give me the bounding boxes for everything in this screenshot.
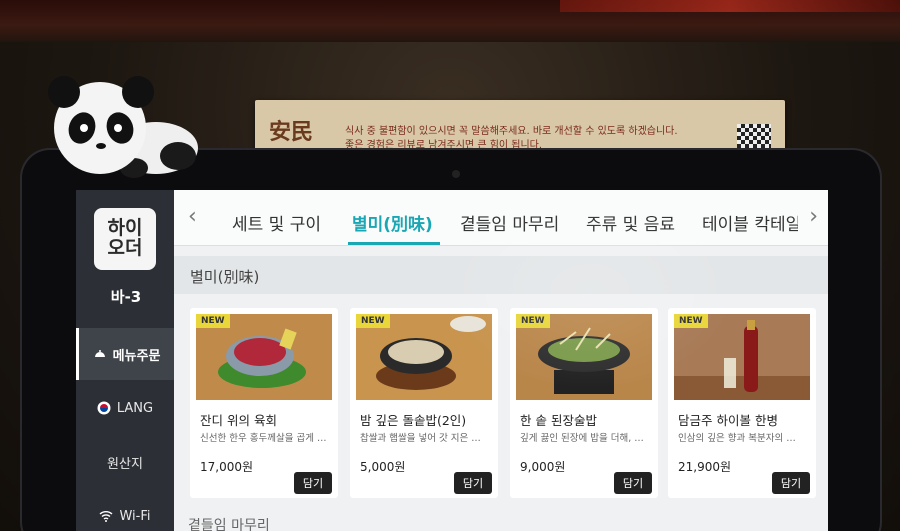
- menu-item-name: 담금주 하이볼 한병: [678, 413, 778, 428]
- menu-main-panel: ‹ 세트 및 구이 별미(別味) 곁들임 마무리 주류 및 음료 테이블 칵테일…: [174, 190, 828, 531]
- menu-item-desc: 찹쌀과 햅쌀을 넣어 갓 지은 …: [360, 433, 481, 444]
- panda-figurine-icon: [48, 76, 198, 178]
- sidebar-item-label: Wi-Fi: [119, 508, 151, 524]
- notice-line-1: 식사 중 불편함이 있으시면 꼭 말씀해주세요. 바로 개선할 수 있도록 하겠…: [345, 126, 678, 137]
- camera-icon: [452, 170, 460, 178]
- sidebar-item-label: 원산지: [107, 456, 143, 472]
- next-section-title: 곁들임 마무리: [188, 518, 270, 531]
- chevron-left-icon[interactable]: ‹: [188, 204, 197, 229]
- menu-item-desc: 인삼의 깊은 향과 복분자의 …: [678, 433, 796, 444]
- chevron-right-icon[interactable]: ›: [809, 204, 818, 229]
- cloche-icon: [93, 350, 106, 358]
- new-badge: NEW: [356, 314, 390, 328]
- sidebar-item-menu-order[interactable]: 메뉴주문: [76, 328, 174, 380]
- menu-item-price: 21,900원: [678, 460, 732, 474]
- section-title: 별미(別味): [174, 256, 828, 294]
- menu-item-desc: 깊게 끓인 된장에 밥을 더해, …: [520, 433, 644, 444]
- menu-item-name: 잔디 위의 육회: [200, 413, 277, 428]
- new-badge: NEW: [674, 314, 708, 328]
- wifi-icon: [100, 511, 113, 522]
- menu-item-name: 밤 깊은 돌솥밥(2인): [360, 413, 467, 428]
- add-to-cart-button[interactable]: 담기: [294, 472, 332, 494]
- tab-set-and-grill[interactable]: 세트 및 구이: [232, 210, 321, 235]
- menu-item-desc: 신선한 한우 홍두께살을 곱게 …: [200, 433, 327, 444]
- menu-card[interactable]: NEW 잔디 위의 육회 신선한 한우 홍두께살을 곱게 … 17,000원 담…: [190, 308, 338, 498]
- menu-item-name: 한 솥 된장술밥: [520, 413, 597, 428]
- category-tab-bar: ‹ 세트 및 구이 별미(別味) 곁들임 마무리 주류 및 음료 테이블 칵테일…: [174, 190, 828, 246]
- new-badge: NEW: [196, 314, 230, 328]
- notice-line-2: 좋은 경험은 리뷰로 남겨주시면 큰 힘이 됩니다.: [345, 140, 543, 151]
- table-name: 바-3: [110, 288, 142, 306]
- sidebar-item-lang[interactable]: LANG: [76, 382, 174, 434]
- notice-logo: 安民: [269, 119, 314, 145]
- restaurant-scene: 安民 식사 중 불편함이 있으시면 꼭 말씀해주세요. 바로 개선할 수 있도록…: [0, 0, 900, 531]
- tab-drinks[interactable]: 주류 및 음료: [586, 210, 675, 235]
- sidebar-item-label: LANG: [116, 400, 154, 416]
- menu-card[interactable]: NEW 밤 깊은 돌솥밥(2인) 찹쌀과 햅쌀을 넣어 갓 지은 … 5,000…: [350, 308, 498, 498]
- sidebar-item-origin[interactable]: 원산지: [76, 436, 174, 488]
- menu-card[interactable]: NEW 한 솥 된장술밥 깊게 끓인 된장에 밥을 더해, … 9,000원 담…: [510, 308, 658, 498]
- menu-card[interactable]: NEW 담금주 하이볼 한병 인삼의 깊은 향과 복분자의 … 21,900원 …: [668, 308, 816, 498]
- menu-item-price: 9,000원: [520, 460, 566, 474]
- sidebar-item-wifi[interactable]: Wi-Fi: [76, 490, 174, 531]
- brand-logo: 하이 오더: [94, 208, 156, 270]
- menu-item-price: 17,000원: [200, 460, 254, 474]
- tab-sides-and-finish[interactable]: 곁들임 마무리: [460, 210, 559, 235]
- menu-item-price: 5,000원: [360, 460, 406, 474]
- active-tab-indicator: [348, 242, 440, 245]
- new-badge: NEW: [516, 314, 550, 328]
- add-to-cart-button[interactable]: 담기: [454, 472, 492, 494]
- wall-sign-top: [0, 0, 900, 42]
- add-to-cart-button[interactable]: 담기: [614, 472, 652, 494]
- tab-table-cocktail[interactable]: 테이블 칵테일: [702, 210, 798, 235]
- tab-specialty[interactable]: 별미(別味): [352, 210, 433, 235]
- korea-flag-icon: [97, 401, 111, 415]
- sidebar-item-label: 메뉴주문: [112, 348, 161, 364]
- add-to-cart-button[interactable]: 담기: [772, 472, 810, 494]
